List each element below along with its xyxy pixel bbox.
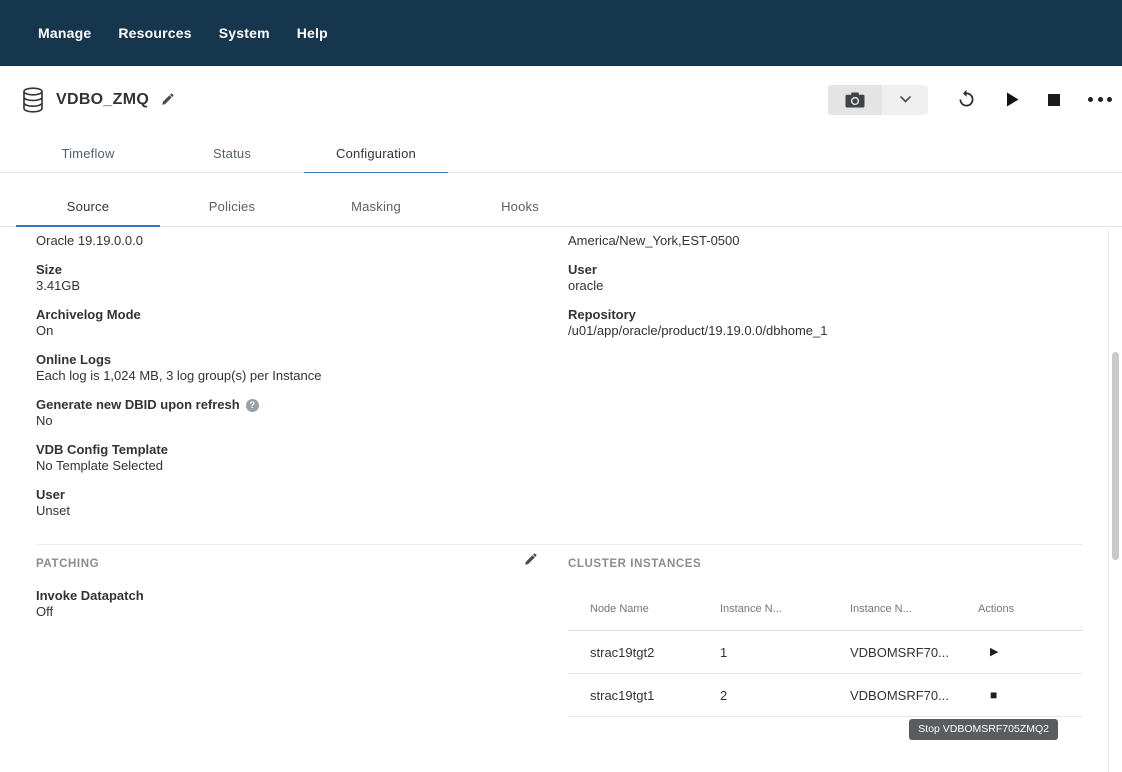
detail-online-logs: Online Logs Each log is 1,024 MB, 3 log … xyxy=(36,352,536,384)
edit-source-button[interactable] xyxy=(524,553,537,566)
start-instance-icon[interactable]: ▶ xyxy=(978,647,1083,658)
detail-repository: Repository /u01/app/oracle/product/19.19… xyxy=(568,307,1083,339)
primary-tab-bar: Timeflow Status Configuration xyxy=(0,133,1122,173)
edit-icon xyxy=(524,553,537,566)
detail-label: Online Logs xyxy=(36,352,536,368)
nav-item-manage[interactable]: Manage xyxy=(38,25,91,41)
refresh-icon xyxy=(956,89,977,110)
rename-button[interactable] xyxy=(161,93,174,106)
scrollbar-track[interactable] xyxy=(1108,228,1122,772)
patching-section: PATCHING Invoke Datapatch Off xyxy=(36,558,536,633)
tab-source[interactable]: Source xyxy=(16,186,160,226)
detail-value: Off xyxy=(36,604,536,620)
database-icon xyxy=(22,87,44,113)
snapshot-button-group xyxy=(828,85,928,115)
cell-instance-number: 2 xyxy=(720,688,850,703)
nav-item-resources[interactable]: Resources xyxy=(118,25,191,41)
cell-instance-number: 1 xyxy=(720,645,850,660)
detail-value: Unset xyxy=(36,503,536,519)
cluster-instances-table: Node Name Instance N... Instance N... Ac… xyxy=(568,587,1083,717)
snapshot-menu-button[interactable] xyxy=(882,85,928,115)
detail-user: User Unset xyxy=(36,487,536,519)
detail-version: Oracle 19.19.0.0.0 xyxy=(36,233,536,249)
detail-value: No Template Selected xyxy=(36,458,536,474)
tooltip: Stop VDBOMSRF705ZMQ2 xyxy=(909,719,1058,740)
ellipsis-icon xyxy=(1088,97,1112,102)
tab-status[interactable]: Status xyxy=(160,133,304,173)
tab-masking[interactable]: Masking xyxy=(304,186,448,226)
tab-policies[interactable]: Policies xyxy=(160,186,304,226)
top-navigation: Manage Resources System Help xyxy=(0,0,1122,66)
start-vdb-button[interactable] xyxy=(1005,91,1020,108)
chevron-down-icon xyxy=(900,96,911,103)
cell-instance-name: VDBOMSRF70... xyxy=(850,645,978,660)
detail-generate-dbid: Generate new DBID upon refresh ? No xyxy=(36,397,536,429)
detail-value: No xyxy=(36,413,536,429)
detail-value: Oracle 19.19.0.0.0 xyxy=(36,233,536,249)
tab-configuration[interactable]: Configuration xyxy=(304,133,448,173)
detail-label: Invoke Datapatch xyxy=(36,588,536,604)
column-instance-name: Instance N... xyxy=(850,603,978,615)
detail-size: Size 3.41GB xyxy=(36,262,536,294)
header-actions xyxy=(828,85,1112,115)
detail-label: Archivelog Mode xyxy=(36,307,536,323)
scrollbar-thumb[interactable] xyxy=(1112,352,1119,560)
column-node-name: Node Name xyxy=(590,603,720,615)
detail-vdb-config-template: VDB Config Template No Template Selected xyxy=(36,442,536,474)
detail-label: Repository xyxy=(568,307,1083,323)
configuration-content: Oracle 19.19.0.0.0 Size 3.41GB Archivelo… xyxy=(0,228,1108,772)
details-column-left: Oracle 19.19.0.0.0 Size 3.41GB Archivelo… xyxy=(36,233,536,532)
table-row: strac19tgt1 2 VDBOMSRF70... ■ xyxy=(568,674,1083,717)
play-icon xyxy=(1005,91,1020,108)
camera-icon xyxy=(845,92,865,108)
detail-timezone: America/New_York,EST-0500 xyxy=(568,233,1083,249)
nav-item-system[interactable]: System xyxy=(219,25,270,41)
detail-label-text: Generate new DBID upon refresh xyxy=(36,397,240,413)
column-instance-number: Instance N... xyxy=(720,603,850,615)
nav-item-help[interactable]: Help xyxy=(297,25,328,41)
stop-vdb-button[interactable] xyxy=(1048,94,1060,106)
detail-value: On xyxy=(36,323,536,339)
stop-instance-icon[interactable]: ■ xyxy=(978,689,1083,701)
patching-section-title: PATCHING xyxy=(36,558,536,570)
snapshot-button[interactable] xyxy=(828,85,882,115)
detail-label: User xyxy=(568,262,1083,278)
page-header: VDBO_ZMQ xyxy=(0,66,1122,133)
cell-node-name: strac19tgt2 xyxy=(590,645,720,660)
column-actions: Actions xyxy=(978,603,1083,615)
stop-icon xyxy=(1048,94,1060,106)
detail-label: Generate new DBID upon refresh ? xyxy=(36,397,536,413)
tab-timeflow[interactable]: Timeflow xyxy=(16,133,160,173)
detail-label: Size xyxy=(36,262,536,278)
details-column-right: America/New_York,EST-0500 User oracle Re… xyxy=(568,233,1083,352)
page-title: VDBO_ZMQ xyxy=(56,91,149,109)
cluster-section-title: CLUSTER INSTANCES xyxy=(568,558,1083,570)
detail-invoke-datapatch: Invoke Datapatch Off xyxy=(36,588,536,620)
more-actions-button[interactable] xyxy=(1088,97,1112,102)
table-row: strac19tgt2 1 VDBOMSRF70... ▶ xyxy=(568,631,1083,674)
detail-value: oracle xyxy=(568,278,1083,294)
detail-label: User xyxy=(36,487,536,503)
edit-icon xyxy=(161,93,174,106)
detail-label: VDB Config Template xyxy=(36,442,536,458)
cell-node-name: strac19tgt1 xyxy=(590,688,720,703)
detail-value: 3.41GB xyxy=(36,278,536,294)
detail-archivelog-mode: Archivelog Mode On xyxy=(36,307,536,339)
detail-value: America/New_York,EST-0500 xyxy=(568,233,1083,249)
app-window: Manage Resources System Help VDBO_ZMQ xyxy=(0,0,1122,772)
detail-value: /u01/app/oracle/product/19.19.0.0/dbhome… xyxy=(568,323,1083,339)
cell-instance-name: VDBOMSRF70... xyxy=(850,688,978,703)
refresh-button[interactable] xyxy=(956,89,977,110)
cluster-instances-section: CLUSTER INSTANCES Node Name Instance N..… xyxy=(568,558,1083,717)
help-icon[interactable]: ? xyxy=(246,399,259,412)
tab-hooks[interactable]: Hooks xyxy=(448,186,592,226)
detail-value: Each log is 1,024 MB, 3 log group(s) per… xyxy=(36,368,536,384)
table-header-row: Node Name Instance N... Instance N... Ac… xyxy=(568,587,1083,631)
detail-env-user: User oracle xyxy=(568,262,1083,294)
secondary-tab-bar: Source Policies Masking Hooks xyxy=(0,173,1122,227)
